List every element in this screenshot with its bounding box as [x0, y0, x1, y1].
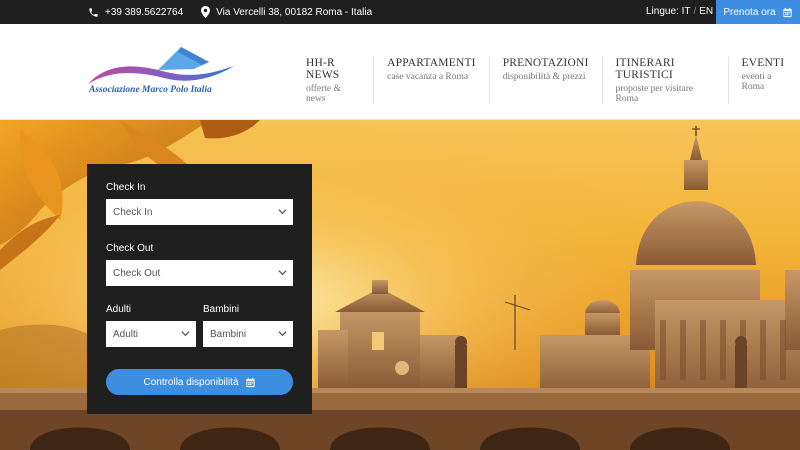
- phone-icon: [89, 7, 98, 17]
- booking-panel: Check In Check In Check Out Check Out Ad…: [87, 164, 312, 414]
- nav-apartments[interactable]: APPARTAMENTI case vacanza a Roma: [387, 57, 490, 104]
- chevron-down-icon: [278, 209, 287, 215]
- nav-title: PRENOTAZIONI: [502, 57, 589, 69]
- book-now-label: Prenota ora: [723, 6, 776, 18]
- calendar-icon: [245, 377, 255, 387]
- children-select[interactable]: Bambini: [203, 321, 293, 347]
- checkout-value: Check Out: [113, 267, 161, 279]
- logo-house-icon: [88, 47, 234, 84]
- phone-number: +39 389.5622764: [105, 6, 184, 18]
- language-switcher: Lingue: IT / EN: [646, 0, 713, 24]
- nav-subtitle: disponibilità & prezzi: [502, 72, 586, 82]
- nav-title: APPARTAMENTI: [387, 57, 476, 69]
- adults-select[interactable]: Adulti: [106, 321, 196, 347]
- map-marker-icon: [201, 6, 211, 18]
- phone-contact[interactable]: +39 389.5622764: [88, 7, 183, 18]
- address-text: Via Vercelli 38, 00182 Roma - Italia: [216, 6, 373, 18]
- nav-title: EVENTI: [741, 57, 785, 69]
- nav-title: HH-R NEWS: [306, 57, 340, 81]
- chevron-down-icon: [278, 331, 287, 337]
- nav-subtitle: proposte per visitare Roma: [615, 84, 694, 104]
- language-separator: /: [693, 6, 697, 17]
- nav-subtitle: offerte & news: [306, 84, 341, 104]
- chevron-down-icon: [181, 331, 190, 337]
- book-now-button[interactable]: Prenota ora: [716, 0, 800, 24]
- chevron-down-icon: [278, 270, 287, 276]
- children-value: Bambini: [210, 328, 247, 340]
- checkout-select[interactable]: Check Out: [106, 260, 293, 286]
- language-en[interactable]: EN: [699, 6, 713, 17]
- contact-info: +39 389.5622764 Via Vercelli 38, 00182 R…: [88, 0, 390, 24]
- calendar-icon: [783, 7, 792, 17]
- language-label: Lingue:: [646, 6, 679, 17]
- adults-value: Adulti: [113, 328, 139, 340]
- nav-events[interactable]: EVENTI eventi a Roma: [742, 57, 800, 104]
- check-availability-button[interactable]: Controlla disponibilità: [106, 369, 293, 395]
- main-nav: HH-R NEWS offerte & news APPARTAMENTI ca…: [306, 57, 800, 104]
- nav-itineraries[interactable]: ITINERARI TURISTICI proposte per visitar…: [616, 57, 729, 104]
- nav-news[interactable]: HH-R NEWS offerte & news: [306, 57, 375, 104]
- top-bar: +39 389.5622764 Via Vercelli 38, 00182 R…: [0, 0, 800, 24]
- nav-subtitle: eventi a Roma: [741, 72, 772, 92]
- checkin-select[interactable]: Check In: [106, 199, 293, 225]
- nav-title: ITINERARI TURISTICI: [615, 57, 675, 81]
- nav-bookings[interactable]: PRENOTAZIONI disponibilità & prezzi: [503, 57, 603, 104]
- check-availability-label: Controlla disponibilità: [143, 376, 239, 388]
- address-contact: Via Vercelli 38, 00182 Roma - Italia: [201, 6, 372, 18]
- checkout-label: Check Out: [106, 243, 154, 254]
- site-header: Associazione Marco Polo Italia HH-R NEWS…: [0, 24, 800, 120]
- nav-subtitle: case vacanza a Roma: [387, 72, 469, 82]
- language-it[interactable]: IT: [682, 6, 691, 17]
- checkin-label: Check In: [106, 182, 146, 193]
- logo-text: Associazione Marco Polo Italia: [89, 85, 212, 95]
- children-label: Bambini: [203, 304, 240, 315]
- adults-label: Adulti: [106, 304, 132, 315]
- site-logo[interactable]: Associazione Marco Polo Italia: [86, 44, 236, 104]
- checkin-value: Check In: [113, 206, 153, 218]
